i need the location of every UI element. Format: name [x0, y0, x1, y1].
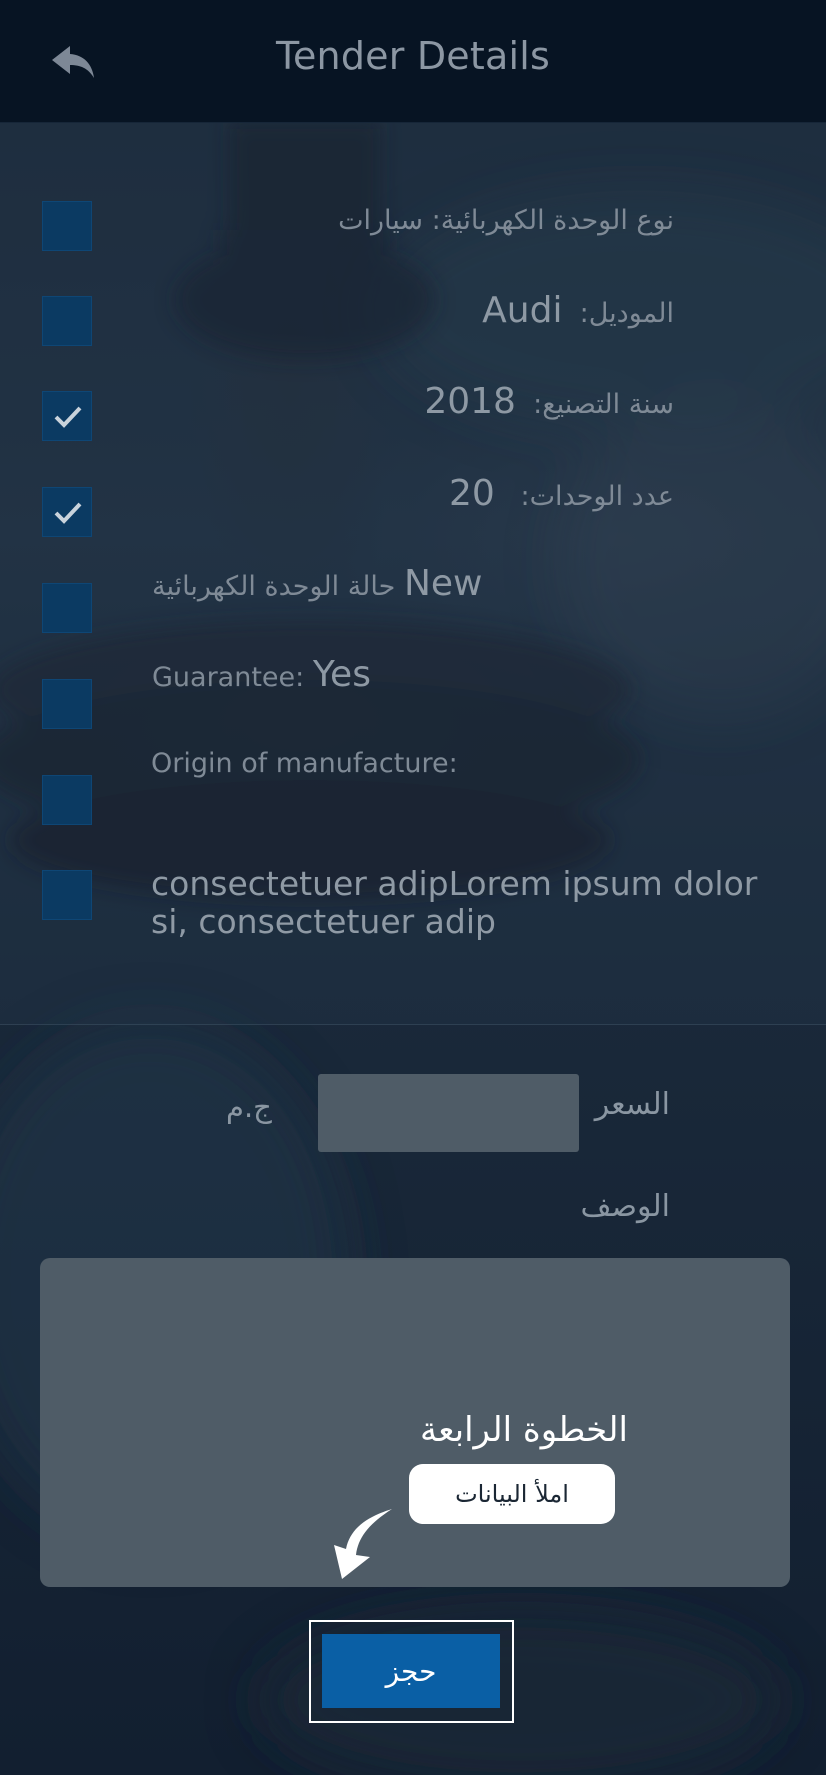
- condition-label: حالة الوحدة الكهربائية: [152, 571, 396, 602]
- screen: Tender Details نوع الوحدة الكهربائية: سي…: [0, 0, 826, 1775]
- guarantee-value: Yes: [312, 654, 371, 695]
- price-label: السعر: [594, 1087, 670, 1122]
- year-row: سنة التصنيع: 2018: [424, 381, 674, 422]
- description-text: consectetuer adipLorem ipsum dolor si, c…: [151, 864, 758, 941]
- checkbox-description[interactable]: [42, 870, 92, 920]
- model-row: الموديل: Audi: [482, 290, 674, 331]
- curved-arrow-down-icon: [334, 1509, 392, 1579]
- checkbox-guarantee[interactable]: [42, 679, 92, 729]
- year-label: سنة التصنيع:: [533, 389, 674, 420]
- checkbox-year[interactable]: [42, 391, 92, 441]
- checkbox-model[interactable]: [42, 296, 92, 346]
- tutorial-hint-bubble: املأ البيانات: [409, 1464, 615, 1524]
- checkbox-count[interactable]: [42, 487, 92, 537]
- guarantee-row: Guarantee: Yes: [152, 654, 371, 695]
- tutorial-step-title: الخطوة الرابعة: [420, 1410, 628, 1450]
- checkmark-icon: [54, 406, 82, 428]
- page-title: Tender Details: [276, 34, 550, 78]
- model-value: Audi: [482, 290, 563, 331]
- checkmark-icon: [54, 502, 82, 524]
- book-button[interactable]: حجز: [322, 1634, 500, 1708]
- count-value: 20: [448, 473, 495, 514]
- description-textarea[interactable]: [40, 1258, 790, 1587]
- app-header: Tender Details: [0, 0, 826, 123]
- condition-row: حالة الوحدة الكهربائية New: [152, 563, 482, 604]
- checkbox-origin[interactable]: [42, 775, 92, 825]
- checkbox-condition[interactable]: [42, 583, 92, 633]
- year-value: 2018: [424, 381, 516, 422]
- price-input[interactable]: [318, 1074, 579, 1152]
- count-label: عدد الوحدات:: [520, 481, 674, 512]
- condition-value: New: [403, 563, 483, 604]
- origin-label: Origin of manufacture:: [151, 748, 458, 779]
- description-label: الوصف: [580, 1189, 670, 1224]
- checkbox-unit-type[interactable]: [42, 201, 92, 251]
- guarantee-label: Guarantee:: [152, 662, 305, 693]
- currency-label: ج.م: [226, 1090, 272, 1124]
- count-row: عدد الوحدات: 20: [449, 473, 674, 514]
- model-label: الموديل:: [579, 298, 674, 329]
- unit-type-label: نوع الوحدة الكهربائية: سيارات: [338, 205, 674, 236]
